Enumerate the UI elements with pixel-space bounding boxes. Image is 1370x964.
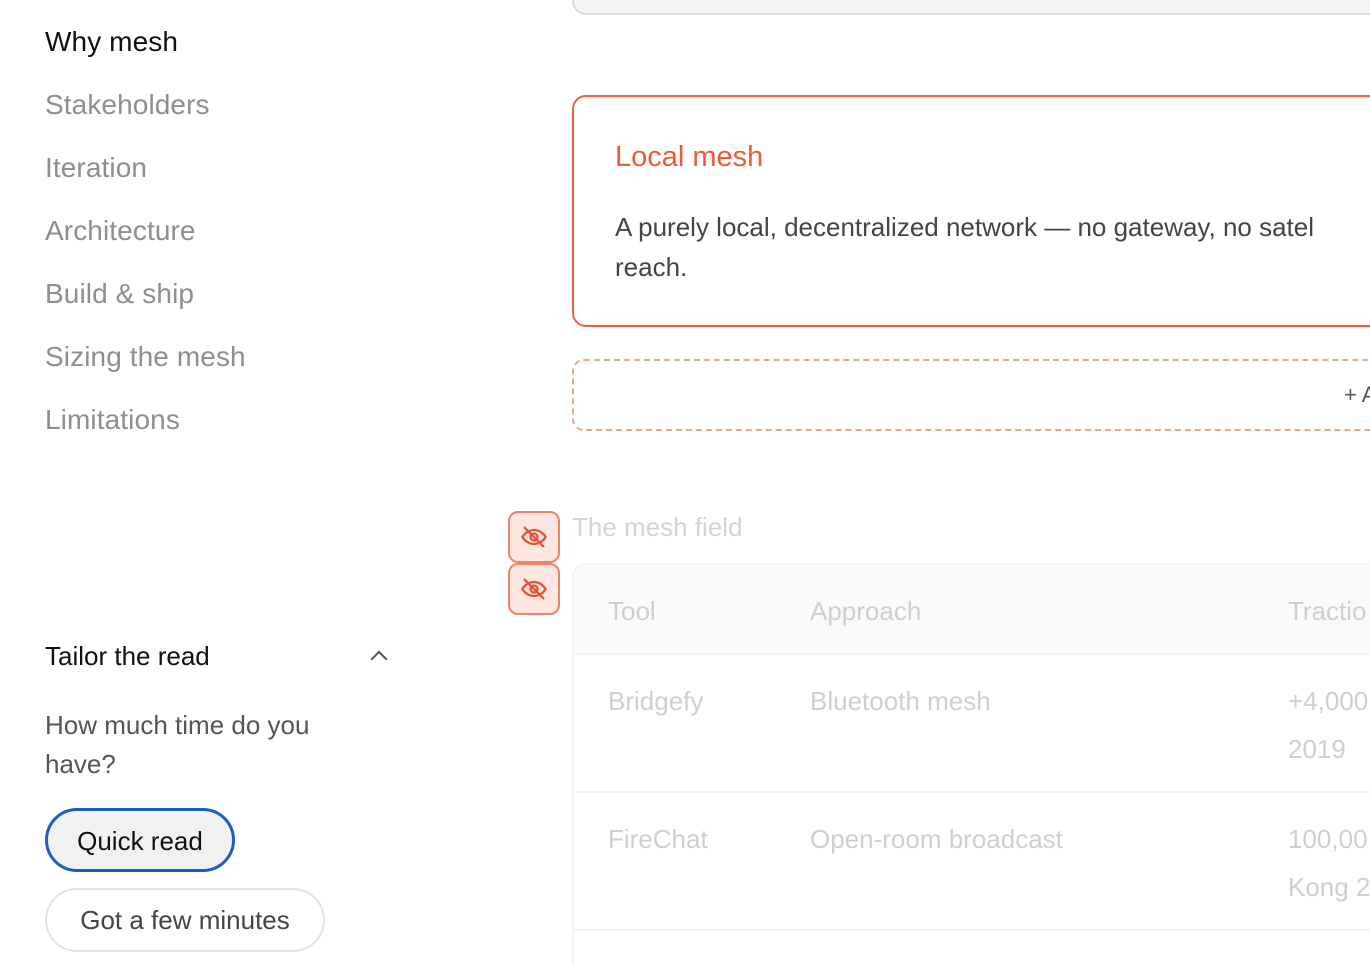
table-row: FireChat Open-room broadcast 100,00 Kong… [574, 793, 1370, 931]
table-header-cell: Tool [608, 596, 656, 626]
table-cell: FireChat [608, 824, 708, 854]
add-card-label: + A [1344, 382, 1370, 407]
previous-card [572, 0, 1370, 15]
page: Why mesh Stakeholders Iteration Architec… [0, 0, 1370, 964]
table-row: Bridgefy Bluetooth mesh +4,000 2019 [574, 655, 1370, 793]
tailor-question: How much time do you have? [45, 710, 310, 779]
hide-table-button[interactable] [508, 563, 560, 615]
mesh-field-table: Tool Approach Tractio Bridgefy Bluetooth… [572, 563, 1370, 964]
nav-item-limitations[interactable]: Limitations [45, 396, 445, 459]
table-header-row: Tool Approach Tractio [574, 565, 1370, 655]
nav-item-build-ship[interactable]: Build & ship [45, 270, 445, 333]
nav-item-sizing-the-mesh[interactable]: Sizing the mesh [45, 333, 445, 396]
table-cell: 100,00 Kong 2 [1288, 824, 1370, 902]
eye-off-icon [521, 578, 547, 600]
hide-section-button[interactable] [508, 511, 560, 563]
table-cell: Bluetooth mesh [810, 686, 991, 716]
nav-item-architecture[interactable]: Architecture [45, 207, 445, 270]
tailor-header[interactable]: Tailor the read [45, 636, 395, 676]
table-cell: Bridgefy [608, 686, 704, 716]
add-card-button[interactable]: + A [572, 359, 1370, 431]
nav-item-why-mesh[interactable]: Why mesh [45, 18, 445, 81]
table-header-cell: Approach [810, 596, 922, 626]
quick-read-button[interactable]: Quick read [45, 808, 235, 872]
chevron-up-icon[interactable] [370, 650, 388, 668]
table-caption: The mesh field [572, 512, 743, 542]
sidebar-nav: Why mesh Stakeholders Iteration Architec… [45, 18, 445, 459]
local-mesh-card[interactable]: Local mesh A purely local, decentralized… [572, 95, 1370, 327]
table-cell: +4,000 2019 [1288, 686, 1369, 764]
eye-off-icon [521, 526, 547, 548]
mesh-card-text: A purely local, decentralized network — … [615, 212, 1315, 282]
mesh-card-title: Local mesh [615, 141, 764, 173]
tailor-title: Tailor the read [45, 640, 210, 671]
tailor-panel: Tailor the read How much time do you hav… [45, 636, 395, 952]
nav-item-iteration[interactable]: Iteration [45, 144, 445, 207]
few-minutes-button[interactable]: Got a few minutes [45, 888, 325, 952]
table-cell: Open-room broadcast [810, 824, 1063, 854]
table-header-cell: Tractio [1288, 596, 1367, 626]
nav-item-stakeholders[interactable]: Stakeholders [45, 81, 445, 144]
